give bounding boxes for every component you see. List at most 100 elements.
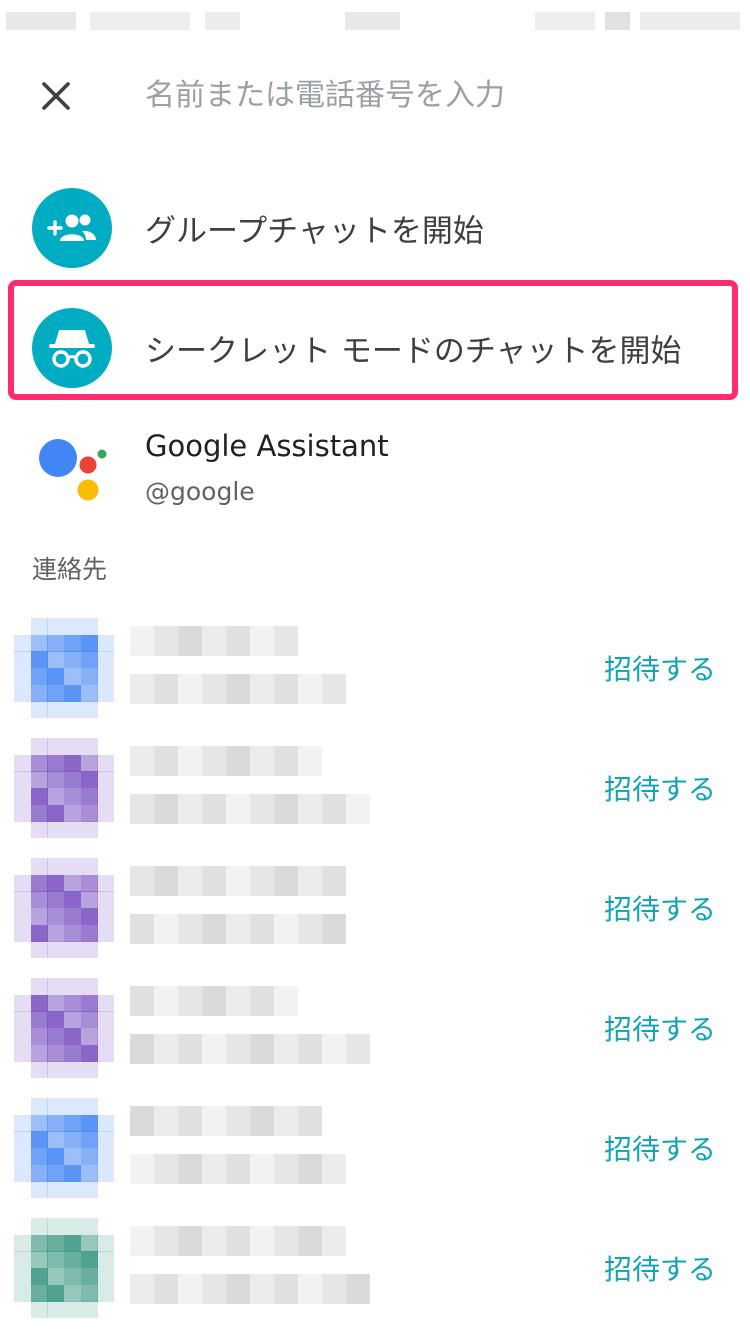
redacted-text-pixel	[154, 1226, 178, 1256]
avatar-pixel	[14, 908, 32, 926]
avatar-pixel	[64, 874, 82, 892]
redacted-text-pixel	[274, 1154, 298, 1184]
avatar-pixel	[80, 1044, 98, 1062]
avatar-pixel	[30, 1028, 48, 1046]
avatar-pixel	[14, 1114, 32, 1132]
avatar-pixel	[47, 1028, 65, 1046]
redacted-text-pixel	[130, 626, 154, 656]
redacted-text-pixel	[130, 674, 154, 704]
redacted-text-pixel	[154, 674, 178, 704]
avatar-pixel	[30, 1044, 48, 1062]
redacted-text-pixel	[274, 914, 298, 944]
redacted-text-pixel	[130, 1034, 154, 1064]
redacted-text-pixel	[274, 1274, 298, 1304]
avatar-pixel	[14, 788, 32, 806]
assistant-name: Google Assistant	[145, 429, 389, 463]
avatar-pixel	[64, 1098, 82, 1116]
start-group-chat-button[interactable]: グループチャットを開始	[0, 173, 750, 283]
avatar-pixel	[64, 1251, 82, 1269]
avatar-pixel	[47, 684, 65, 702]
redacted-text-pixel	[274, 674, 298, 704]
redacted-text-pixel	[154, 1154, 178, 1184]
avatar-pixel	[97, 1028, 114, 1046]
redacted-text-pixel	[130, 866, 154, 896]
invite-button[interactable]: 招待する	[604, 1008, 716, 1048]
avatar-pixel	[14, 1164, 32, 1182]
avatar-pixel	[97, 634, 114, 652]
avatar-pixel	[14, 634, 32, 652]
redacted-text-pixel	[274, 866, 298, 896]
redacted-text-pixel	[154, 866, 178, 896]
avatar-pixel	[30, 1181, 48, 1198]
avatar-pixel	[47, 1181, 65, 1198]
avatar-pixel	[80, 1011, 98, 1029]
redacted-text-pixel	[130, 1226, 154, 1256]
avatar-pixel	[97, 1234, 114, 1252]
avatar-pixel	[97, 771, 114, 789]
invite-button[interactable]: 招待する	[604, 648, 716, 688]
contact-row[interactable]: 招待する	[0, 848, 750, 968]
avatar-pixel	[30, 1218, 48, 1236]
avatar-pixel	[14, 684, 32, 702]
avatar-pixel	[80, 1164, 98, 1182]
avatar-pixel	[14, 1251, 32, 1269]
avatar-pixel	[30, 668, 48, 686]
avatar-pixel	[14, 754, 32, 772]
avatar-pixel	[14, 668, 32, 686]
contact-row[interactable]: 招待する	[0, 608, 750, 728]
avatar-pixel	[64, 891, 82, 909]
redacted-text-pixel	[202, 986, 226, 1016]
avatar-pixel	[47, 924, 65, 942]
avatar-pixel	[47, 1251, 65, 1269]
invite-button[interactable]: 招待する	[604, 888, 716, 928]
avatar-pixel	[30, 754, 48, 772]
redacted-text-pixel	[226, 746, 250, 776]
avatar-pixel	[64, 1284, 82, 1302]
redacted-text-pixel	[154, 1034, 178, 1064]
status-blur	[6, 12, 76, 30]
redacted-text-pixel	[298, 1034, 322, 1064]
start-incognito-chat-button[interactable]: シークレット モードのチャットを開始	[0, 293, 750, 403]
avatar-pixel	[80, 941, 98, 958]
avatar-pixel	[14, 924, 32, 942]
avatar-pixel	[80, 908, 98, 926]
redacted-text-pixel	[322, 674, 346, 704]
avatar-pixel	[64, 1148, 82, 1166]
contact-row[interactable]: 招待する	[0, 728, 750, 848]
avatar-pixel	[30, 1268, 48, 1286]
avatar-pixel	[14, 874, 32, 892]
contact-row[interactable]: 招待する	[0, 1088, 750, 1208]
close-button[interactable]	[26, 66, 86, 126]
contact-row[interactable]: 招待する	[0, 968, 750, 1088]
redacted-text-pixel	[154, 626, 178, 656]
redacted-text-pixel	[178, 674, 202, 704]
search-input[interactable]	[145, 70, 705, 120]
action-label: シークレット モードのチャットを開始	[145, 333, 682, 370]
avatar-pixel	[64, 1234, 82, 1252]
redacted-text-pixel	[226, 914, 250, 944]
redacted-text-pixel	[178, 1226, 202, 1256]
avatar-pixel	[14, 771, 32, 789]
avatar-pixel	[80, 1181, 98, 1198]
contact-row[interactable]: 招待する	[0, 1208, 750, 1328]
redacted-text-pixel	[274, 986, 298, 1016]
invite-button[interactable]: 招待する	[604, 768, 716, 808]
avatar-pixel	[64, 1181, 82, 1198]
google-assistant-contact[interactable]: Google Assistant @google	[0, 415, 750, 525]
invite-button[interactable]: 招待する	[604, 1248, 716, 1288]
avatar-pixel	[80, 1114, 98, 1132]
avatar-pixel	[47, 651, 65, 669]
avatar-pixel	[97, 874, 114, 892]
avatar-pixel	[64, 618, 82, 636]
avatar-pixel	[47, 891, 65, 909]
avatar-pixel	[30, 701, 48, 718]
invite-button[interactable]: 招待する	[604, 1128, 716, 1168]
redacted-text-pixel	[130, 1154, 154, 1184]
redacted-text-pixel	[226, 674, 250, 704]
avatar-pixel	[80, 1218, 98, 1236]
avatar-pixel	[80, 821, 98, 838]
redacted-text-pixel	[298, 866, 322, 896]
status-blur	[345, 12, 400, 30]
avatar-pixel	[30, 684, 48, 702]
avatar-pixel	[30, 1301, 48, 1318]
